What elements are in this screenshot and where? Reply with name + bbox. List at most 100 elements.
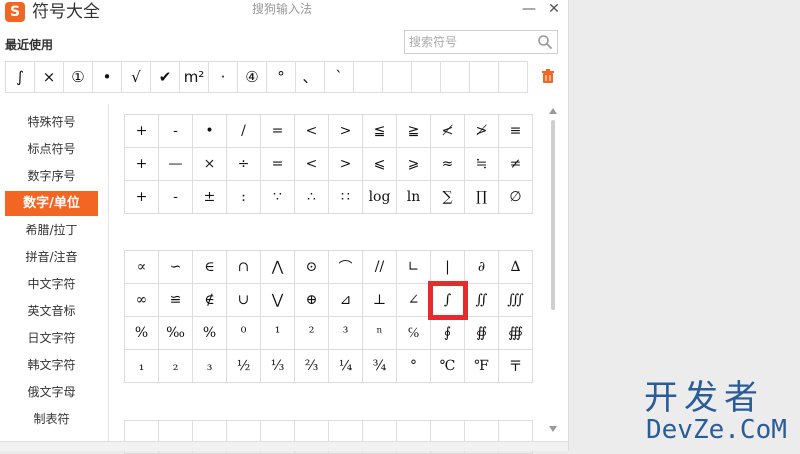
symbol-cell[interactable]: ∂ — [464, 250, 499, 284]
symbol-cell[interactable]: ⅓ — [260, 349, 295, 383]
sidebar-item[interactable]: 数字序号 — [5, 164, 98, 189]
symbol-cell[interactable]: ln — [396, 180, 431, 214]
recent-symbol-cell[interactable] — [382, 61, 412, 93]
scroll-up-arrow-icon[interactable] — [549, 108, 557, 114]
symbol-cell[interactable]: ∰ — [498, 316, 533, 350]
sidebar-item[interactable]: 俄文字母 — [5, 380, 98, 405]
symbol-cell[interactable]: ∝ — [124, 250, 159, 284]
symbol-cell[interactable]: ∏ — [464, 180, 499, 214]
symbol-cell[interactable]: × — [192, 147, 227, 181]
symbol-cell[interactable]: = — [260, 147, 295, 181]
sidebar-item[interactable]: 制表符 — [5, 407, 98, 432]
symbol-cell[interactable]: ² — [294, 316, 329, 350]
symbol-cell[interactable]: ∴ — [294, 180, 329, 214]
symbol-cell[interactable]: ₂ — [158, 349, 193, 383]
symbol-cell[interactable]: ℉ — [464, 349, 499, 383]
symbol-cell[interactable]: ₁ — [124, 349, 159, 383]
symbol-cell[interactable]: ⊥ — [362, 283, 397, 317]
sidebar-item[interactable]: 标点符号 — [5, 137, 98, 162]
symbol-cell[interactable]: % — [192, 316, 227, 350]
symbol-cell[interactable]: ° — [396, 349, 431, 383]
sidebar-item[interactable]: 希腊/拉丁 — [5, 218, 98, 243]
recent-symbol-cell[interactable] — [353, 61, 383, 93]
sidebar-item[interactable]: 英文音标 — [5, 299, 98, 324]
symbol-cell[interactable]: ℅ — [396, 316, 431, 350]
sidebar-item[interactable]: 拼音/注音 — [5, 245, 98, 270]
symbol-cell[interactable]: ⋁ — [260, 283, 295, 317]
symbol-cell[interactable]: ∷ — [328, 180, 363, 214]
recent-symbol-cell[interactable]: m² — [179, 61, 209, 93]
symbol-cell[interactable]: + — [124, 180, 159, 214]
recent-symbol-cell[interactable] — [440, 61, 470, 93]
symbol-cell[interactable]: > — [328, 147, 363, 181]
symbol-cell[interactable]: ₃ — [192, 349, 227, 383]
symbol-cell[interactable]: ∈ — [192, 250, 227, 284]
symbol-cell[interactable]: ∠ — [396, 283, 431, 317]
symbol-cell[interactable]: ≧ — [396, 114, 431, 148]
symbol-cell[interactable]: log — [362, 180, 397, 214]
symbol-cell[interactable]: ∟ — [396, 250, 431, 284]
recent-symbol-cell[interactable]: ∫ — [5, 61, 35, 93]
symbol-cell[interactable]: ¼ — [328, 349, 363, 383]
recent-symbol-cell[interactable]: ° — [266, 61, 296, 93]
recent-symbol-cell[interactable]: ① — [63, 61, 93, 93]
recent-symbol-cell[interactable] — [498, 61, 528, 93]
recent-symbol-cell[interactable]: · — [208, 61, 238, 93]
symbol-cell[interactable]: ± — [192, 180, 227, 214]
symbol-cell[interactable]: ⊙ — [294, 250, 329, 284]
symbol-cell[interactable]: ‰ — [158, 316, 193, 350]
symbol-cell[interactable]: ⋀ — [260, 250, 295, 284]
recent-symbol-cell[interactable]: • — [92, 61, 122, 93]
recent-symbol-cell[interactable] — [411, 61, 441, 93]
symbol-cell[interactable]: ⊕ — [294, 283, 329, 317]
symbol-cell[interactable]: ∑ — [430, 180, 465, 214]
symbol-cell[interactable]: ⊿ — [328, 283, 363, 317]
symbol-cell[interactable]: < — [294, 114, 329, 148]
symbol-cell[interactable]: ∬ — [464, 283, 499, 317]
symbol-cell[interactable]: ⁿ — [362, 316, 397, 350]
symbol-cell[interactable]: - — [158, 180, 193, 214]
minimize-button[interactable]: — — [519, 0, 539, 20]
symbol-cell[interactable]: + — [124, 114, 159, 148]
symbol-cell[interactable]: / — [226, 114, 261, 148]
symbol-cell[interactable]: ½ — [226, 349, 261, 383]
recent-symbol-cell[interactable]: ④ — [237, 61, 267, 93]
symbol-cell[interactable]: < — [294, 147, 329, 181]
symbol-cell[interactable]: + — [124, 147, 159, 181]
symbol-cell[interactable]: ∆ — [498, 250, 533, 284]
symbol-cell[interactable]: | — [430, 250, 465, 284]
symbol-cell[interactable]: ∵ — [260, 180, 295, 214]
symbol-cell[interactable]: ℃ — [430, 349, 465, 383]
symbol-cell[interactable]: ∭ — [498, 283, 533, 317]
symbol-cell[interactable]: ≠ — [498, 147, 533, 181]
symbol-cell[interactable]: % — [124, 316, 159, 350]
sidebar-item[interactable]: 数字/单位 — [5, 191, 98, 216]
symbol-cell[interactable]: ∉ — [192, 283, 227, 317]
symbol-cell[interactable]: ∽ — [158, 250, 193, 284]
sidebar-item[interactable]: 特殊符号 — [5, 110, 98, 135]
symbol-cell[interactable]: 〒 — [498, 349, 533, 383]
symbol-cell[interactable]: ⁰ — [226, 316, 261, 350]
symbol-cell[interactable]: ∮ — [430, 316, 465, 350]
symbol-cell[interactable]: ≒ — [464, 147, 499, 181]
symbol-cell[interactable]: ³ — [328, 316, 363, 350]
symbol-cell[interactable]: = — [260, 114, 295, 148]
scroll-down-arrow-icon[interactable] — [549, 426, 557, 432]
search-input[interactable] — [409, 33, 535, 51]
symbol-cell[interactable]: ¾ — [362, 349, 397, 383]
symbol-cell[interactable]: ≮ — [430, 114, 465, 148]
symbol-cell-highlighted[interactable]: ∫ — [427, 280, 468, 320]
search-icon[interactable] — [537, 34, 553, 50]
trash-icon[interactable] — [540, 68, 556, 84]
close-button[interactable]: ✕ — [544, 0, 564, 20]
symbol-cell[interactable]: ⅔ — [294, 349, 329, 383]
symbol-cell[interactable]: — — [158, 147, 193, 181]
recent-symbol-cell[interactable]: 、 — [295, 61, 325, 93]
symbol-cell[interactable]: ≌ — [158, 283, 193, 317]
symbol-cell[interactable]: : — [226, 180, 261, 214]
recent-symbol-cell[interactable]: ✔ — [150, 61, 180, 93]
search-box[interactable] — [404, 30, 558, 54]
recent-symbol-cell[interactable]: √ — [121, 61, 151, 93]
symbol-cell[interactable]: ∩ — [226, 250, 261, 284]
sidebar-item[interactable]: 韩文字符 — [5, 353, 98, 378]
